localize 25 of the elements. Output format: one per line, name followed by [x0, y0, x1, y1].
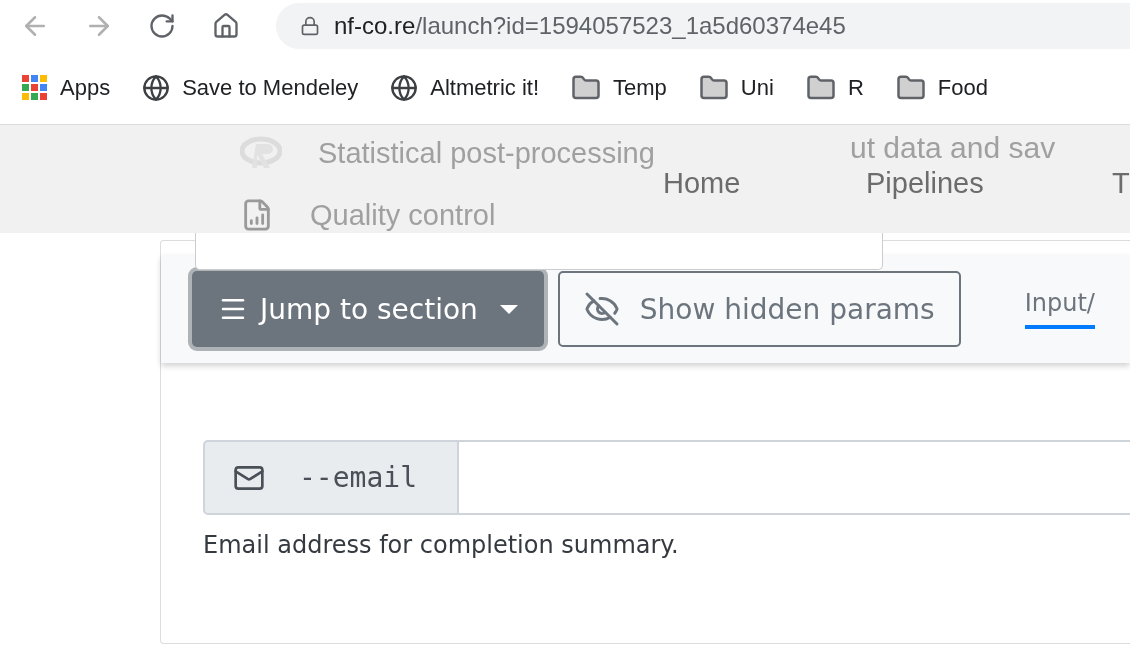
bookmark-link[interactable]: R — [847, 75, 864, 101]
apps-grid-icon — [22, 75, 48, 101]
heading-text: ut data and sav — [850, 131, 1056, 165]
nav-link[interactable]: Home — [663, 167, 741, 200]
bookmark-link[interactable]: Altmetric it! — [430, 75, 540, 101]
reload-icon[interactable] — [148, 12, 176, 40]
globe-icon — [142, 74, 171, 102]
bookmark-link[interactable]: Uni — [740, 75, 774, 101]
input-addon: --email — [203, 440, 459, 515]
address-bar[interactable]: nf-co.re/launch?id=1594057523_1a5d60374e45 — [276, 3, 1130, 49]
bookmark-link[interactable]: Save to Mendeley — [182, 75, 359, 101]
nav-link[interactable]: T — [1112, 167, 1130, 200]
home-icon[interactable] — [212, 12, 240, 40]
show-hidden-params-button[interactable]: Show hidden params — [557, 271, 961, 347]
section-tab[interactable]: Input/ — [1024, 289, 1095, 329]
bookmark-link[interactable]: Temp — [613, 75, 667, 101]
help-text: Email address for completion summary. — [203, 531, 680, 559]
email-input[interactable] — [459, 440, 1130, 515]
nav-link[interactable]: Pipelines — [866, 167, 984, 200]
eye-off-icon — [583, 291, 620, 327]
caret-icon — [499, 304, 518, 314]
bookmark-link[interactable]: Food — [937, 75, 988, 101]
lock-icon — [300, 16, 320, 36]
globe-icon — [390, 74, 419, 102]
bookmark-link[interactable]: Apps — [60, 75, 111, 101]
